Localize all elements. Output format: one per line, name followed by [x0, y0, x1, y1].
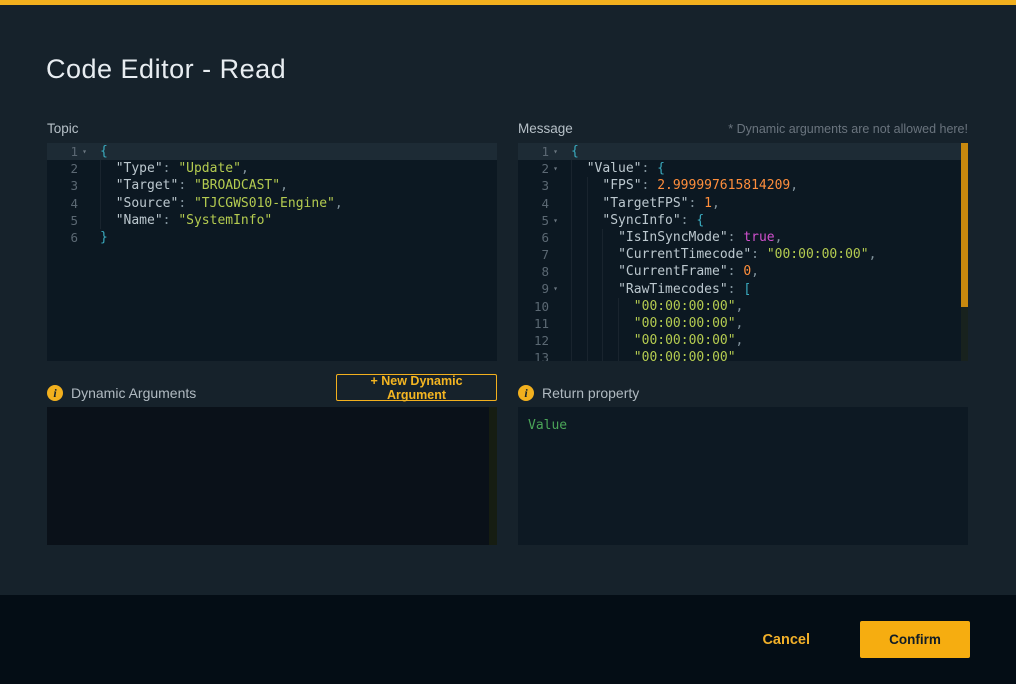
line-number-gutter[interactable]: 5▾: [518, 212, 562, 229]
code-line: 3"FPS": 2.999997615814209,: [518, 177, 961, 194]
fold-arrow-icon[interactable]: ▾: [549, 143, 562, 160]
code-line: 6"IsInSyncMode": true,: [518, 229, 961, 246]
line-number-gutter[interactable]: 12: [518, 332, 562, 349]
fold-arrow-icon[interactable]: ▾: [549, 160, 562, 177]
message-code-editor[interactable]: 1▾{2▾"Value": {3"FPS": 2.999997615814209…: [518, 143, 968, 361]
code-line: 1▾{: [47, 143, 497, 160]
line-number-gutter[interactable]: 3: [518, 177, 562, 194]
code-line: 6}: [47, 229, 497, 246]
topic-code-editor[interactable]: 1▾{2"Type": "Update",3"Target": "BROADCA…: [47, 143, 497, 361]
code-line: 7"CurrentTimecode": "00:00:00:00",: [518, 246, 961, 263]
line-number-gutter[interactable]: 4: [47, 195, 91, 212]
return-property-label: Return property: [542, 385, 639, 401]
line-number-gutter[interactable]: 1▾: [518, 143, 562, 160]
return-property-value: Value: [528, 418, 567, 433]
dynamic-arguments-scrollbar[interactable]: [489, 407, 497, 545]
code-line: 4"TargetFPS": 1,: [518, 195, 961, 212]
message-scrollbar[interactable]: [961, 143, 968, 361]
code-line: 12"00:00:00:00",: [518, 332, 961, 349]
line-number-gutter[interactable]: 6: [47, 229, 91, 246]
new-dynamic-argument-button[interactable]: + New Dynamic Argument: [336, 374, 497, 401]
dynamic-arguments-note: * Dynamic arguments are not allowed here…: [728, 122, 968, 136]
message-label: Message: [518, 121, 573, 136]
code-line: 2▾"Value": {: [518, 160, 961, 177]
info-icon: i: [518, 385, 534, 401]
return-property-header: i Return property: [518, 385, 639, 401]
message-scrollbar-thumb[interactable]: [961, 143, 968, 307]
line-number-gutter[interactable]: 4: [518, 195, 562, 212]
line-number-gutter[interactable]: 10: [518, 298, 562, 315]
line-number-gutter[interactable]: 7: [518, 246, 562, 263]
dynamic-arguments-header: i Dynamic Arguments: [47, 385, 196, 401]
line-number-gutter[interactable]: 8: [518, 263, 562, 280]
line-number-gutter[interactable]: 9▾: [518, 281, 562, 298]
line-number-gutter[interactable]: 2: [47, 160, 91, 177]
cancel-button[interactable]: Cancel: [762, 632, 810, 648]
code-line: 9▾"RawTimecodes": [: [518, 281, 961, 298]
fold-arrow-icon[interactable]: ▾: [549, 280, 562, 297]
line-number-gutter[interactable]: 5: [47, 212, 91, 229]
code-line: 10"00:00:00:00",: [518, 298, 961, 315]
code-line: 8"CurrentFrame": 0,: [518, 263, 961, 280]
code-line: 5▾"SyncInfo": {: [518, 212, 961, 229]
code-line: 1▾{: [518, 143, 961, 160]
line-number-gutter[interactable]: 2▾: [518, 160, 562, 177]
confirm-button[interactable]: Confirm: [860, 621, 970, 658]
code-line: 4"Source": "TJCGWS010-Engine",: [47, 195, 497, 212]
fold-arrow-icon[interactable]: ▾: [549, 212, 562, 229]
info-icon: i: [47, 385, 63, 401]
dynamic-arguments-label: Dynamic Arguments: [71, 385, 196, 401]
code-line: 2"Type": "Update",: [47, 160, 497, 177]
fold-arrow-icon[interactable]: ▾: [78, 143, 91, 160]
code-line: 11"00:00:00:00",: [518, 315, 961, 332]
code-line: 5"Name": "SystemInfo": [47, 212, 497, 229]
code-line: 13"00:00:00:00": [518, 349, 961, 361]
line-number-gutter[interactable]: 1▾: [47, 143, 91, 160]
accent-bar: [0, 0, 1016, 5]
code-line: 3"Target": "BROADCAST",: [47, 177, 497, 194]
line-number-gutter[interactable]: 6: [518, 229, 562, 246]
dialog-title: Code Editor - Read: [46, 54, 286, 85]
return-property-editor[interactable]: Value: [518, 407, 968, 545]
line-number-gutter[interactable]: 3: [47, 177, 91, 194]
topic-label: Topic: [47, 121, 79, 136]
dialog-footer: Cancel Confirm: [0, 595, 1016, 684]
dynamic-arguments-panel[interactable]: [47, 407, 497, 545]
line-number-gutter[interactable]: 11: [518, 315, 562, 332]
line-number-gutter[interactable]: 13: [518, 349, 562, 361]
